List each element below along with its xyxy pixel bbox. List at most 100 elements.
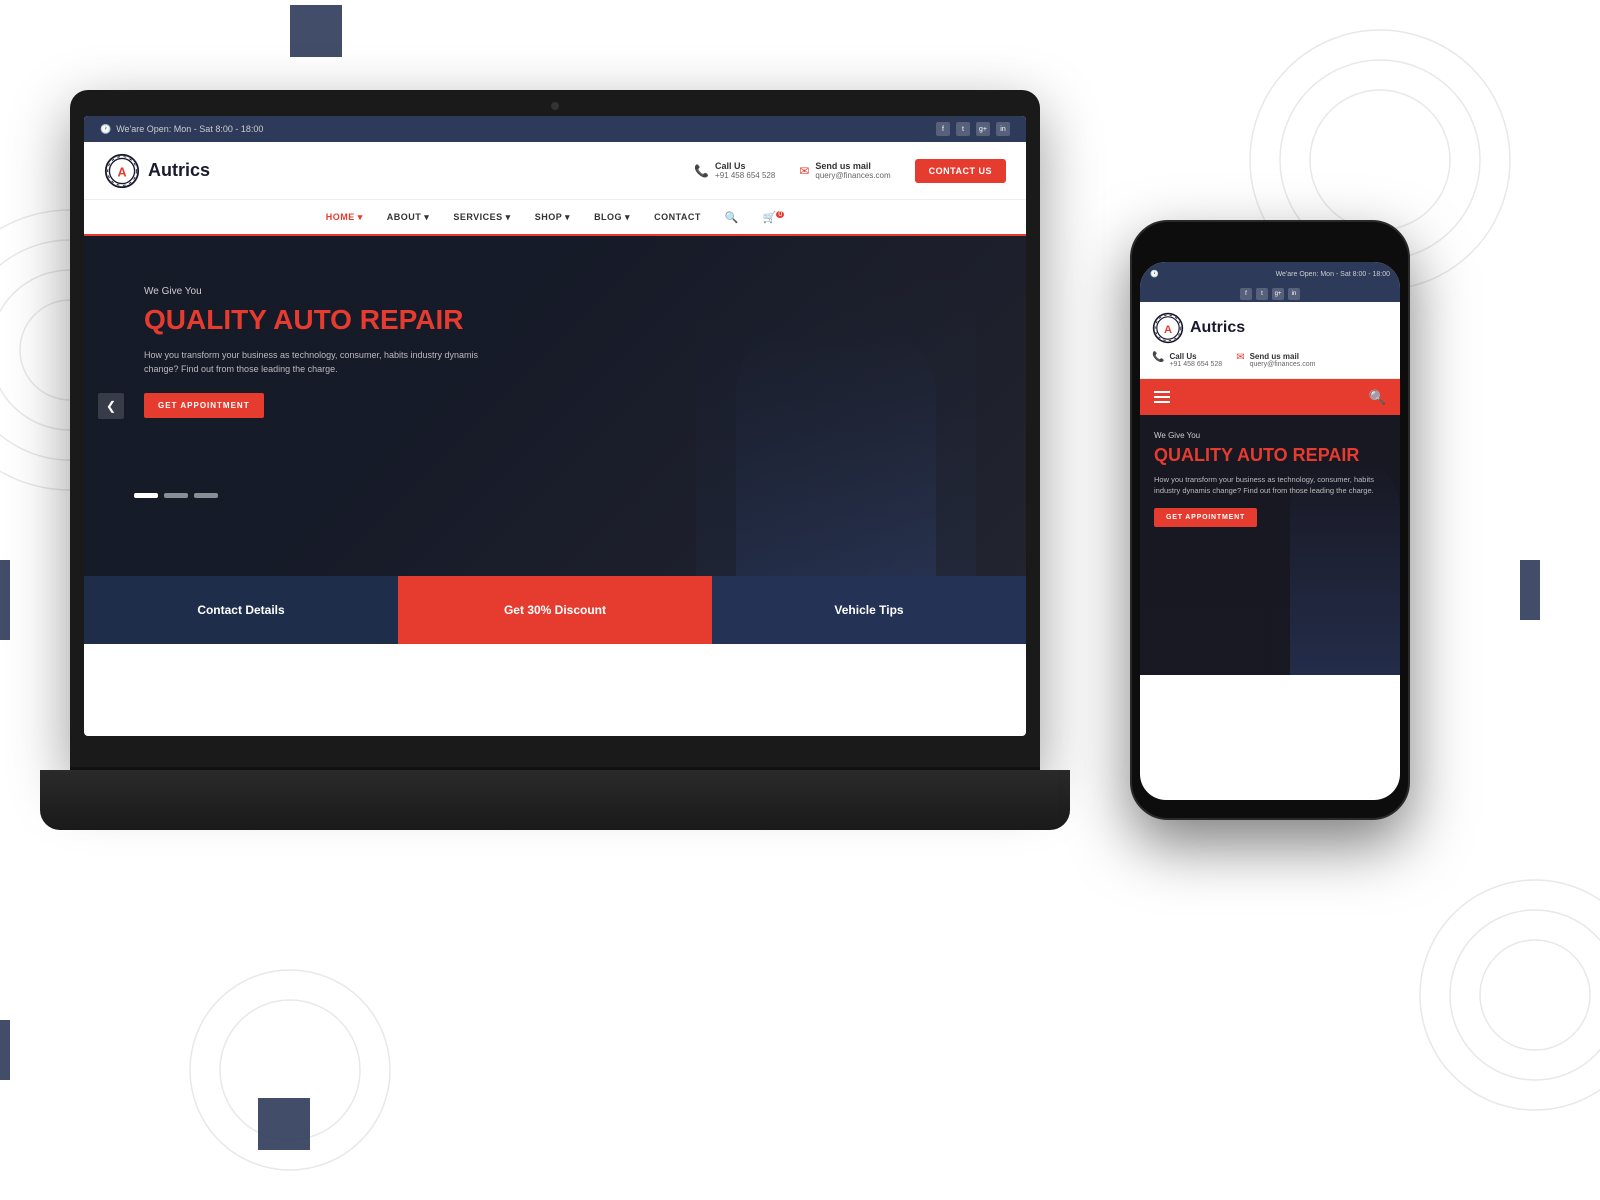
phone-call-number: +91 458 654 528: [1169, 361, 1222, 368]
search-icon[interactable]: 🔍: [725, 211, 739, 224]
phone-googleplus-icon[interactable]: g+: [1272, 288, 1284, 300]
twitter-icon[interactable]: t: [956, 122, 970, 136]
phone-hero-title-plain: QUALITY: [1154, 445, 1233, 465]
slider-dots: [134, 493, 218, 498]
googleplus-icon[interactable]: g+: [976, 122, 990, 136]
phone-search-icon[interactable]: 🔍: [1369, 389, 1386, 406]
deco-rect-top: [290, 5, 342, 57]
nav-item-shop[interactable]: SHOP ▾: [535, 212, 570, 223]
topbar-social-icons: f t g+ in: [936, 122, 1010, 136]
facebook-icon[interactable]: f: [936, 122, 950, 136]
deco-rect-left: [0, 560, 10, 640]
cart-icon[interactable]: 🛒0: [763, 211, 785, 224]
hamburger-line-1: [1154, 391, 1170, 393]
laptop-body: 🕐 We'are Open: Mon - Sat 8:00 - 18:00 f …: [70, 90, 1040, 770]
nav-item-contact[interactable]: CONTACT: [654, 212, 701, 222]
svg-text:A: A: [1164, 324, 1172, 336]
topbar-hours-text: We'are Open: Mon - Sat 8:00 - 18:00: [116, 124, 263, 134]
hero-content: We Give You QUALITY AUTO REPAIR How you …: [144, 286, 484, 418]
phone-icon: 📞: [694, 164, 709, 178]
banner-discount[interactable]: Get 30% Discount: [398, 576, 712, 644]
nav-item-about[interactable]: ABOUT ▾: [387, 212, 430, 223]
phone-notch: [1225, 236, 1315, 256]
phone-hero-subtitle: We Give You: [1154, 431, 1386, 440]
phone-contact-row: 📞 Call Us +91 458 654 528 ✉ Send us mail…: [1152, 352, 1388, 368]
header-mail-text: Send us mail query@finances.com: [815, 161, 890, 180]
phone-hero-section: We Give You QUALITY AUTO REPAIR How you …: [1140, 415, 1400, 675]
phone-social-row: f t g+ in: [1140, 286, 1400, 302]
clock-icon: 🕐: [100, 124, 111, 135]
call-number: +91 458 654 528: [715, 171, 775, 180]
phone-mockup: 🕐 We'are Open: Mon - Sat 8:00 - 18:00 f …: [1130, 220, 1410, 820]
svg-text:A: A: [117, 165, 126, 179]
phone-linkedin-icon[interactable]: in: [1288, 288, 1300, 300]
phone-call-group: 📞 Call Us +91 458 654 528: [1152, 352, 1222, 368]
laptop-mockup: 🕐 We'are Open: Mon - Sat 8:00 - 18:00 f …: [70, 90, 1040, 830]
logo-group: A Autrics: [104, 153, 210, 189]
phone-mail-icon: ✉: [1236, 352, 1244, 363]
phone-header: A Autrics 📞 Call Us +91 458 654 528: [1140, 302, 1400, 379]
hamburger-line-3: [1154, 401, 1170, 403]
phone-get-appointment-button[interactable]: GET APPOINTMENT: [1154, 508, 1257, 527]
phone-hours-text: We'are Open: Mon - Sat 8:00 - 18:00: [1276, 271, 1390, 278]
slider-dot-3[interactable]: [194, 493, 218, 498]
hero-title-plain: QUALITY: [144, 304, 266, 335]
hero-title-colored: AUTO REPAIR: [273, 304, 463, 335]
get-appointment-button[interactable]: GET APPOINTMENT: [144, 393, 264, 418]
contact-us-button[interactable]: CONTACT US: [915, 159, 1006, 183]
nav-item-blog[interactable]: BLOG ▾: [594, 212, 630, 223]
phone-phone-icon: 📞: [1152, 352, 1164, 363]
phone-topbar: 🕐 We'are Open: Mon - Sat 8:00 - 18:00: [1140, 262, 1400, 286]
phone-nav: 🔍: [1140, 379, 1400, 415]
slider-dot-2[interactable]: [164, 493, 188, 498]
bottom-banners: Contact Details Get 30% Discount Vehicle…: [84, 576, 1026, 644]
deco-rect-right: [1520, 560, 1540, 620]
linkedin-icon[interactable]: in: [996, 122, 1010, 136]
mail-address: query@finances.com: [815, 171, 890, 180]
header-call-text: Call Us +91 458 654 528: [715, 161, 775, 180]
deco-rect-left2: [0, 1020, 10, 1080]
phone-screen: 🕐 We'are Open: Mon - Sat 8:00 - 18:00 f …: [1140, 262, 1400, 800]
header-mail-group: ✉ Send us mail query@finances.com: [799, 161, 890, 180]
phone-twitter-icon[interactable]: t: [1256, 288, 1268, 300]
banner-vehicle-tips[interactable]: Vehicle Tips: [712, 576, 1026, 644]
hamburger-line-2: [1154, 396, 1170, 398]
hero-prev-button[interactable]: ❮: [98, 393, 124, 419]
laptop-site-header: A Autrics 📞 Call Us +91 458 654 528: [84, 142, 1026, 200]
phone-mail-text: Send us mail query@finances.com: [1250, 352, 1316, 368]
hamburger-menu-icon[interactable]: [1154, 391, 1170, 403]
laptop-screen: 🕐 We'are Open: Mon - Sat 8:00 - 18:00 f …: [84, 116, 1026, 736]
phone-hero-content: We Give You QUALITY AUTO REPAIR How you …: [1154, 431, 1386, 527]
phone-body: 🕐 We'are Open: Mon - Sat 8:00 - 18:00 f …: [1130, 220, 1410, 820]
topbar-hours-group: 🕐 We'are Open: Mon - Sat 8:00 - 18:00: [100, 124, 263, 135]
phone-hero-title: QUALITY AUTO REPAIR: [1154, 446, 1386, 466]
laptop-site-topbar: 🕐 We'are Open: Mon - Sat 8:00 - 18:00 f …: [84, 116, 1026, 142]
hero-subtitle: We Give You: [144, 286, 484, 297]
phone-hero-title-colored: AUTO REPAIR: [1237, 445, 1359, 465]
header-call-group: 📞 Call Us +91 458 654 528: [694, 161, 775, 180]
phone-facebook-icon[interactable]: f: [1240, 288, 1252, 300]
header-right-group: 📞 Call Us +91 458 654 528 ✉ Send us mail…: [694, 159, 1006, 183]
phone-call-text: Call Us +91 458 654 528: [1169, 352, 1222, 368]
phone-mail-group: ✉ Send us mail query@finances.com: [1236, 352, 1315, 368]
banner-contact-details[interactable]: Contact Details: [84, 576, 398, 644]
mail-label: Send us mail: [815, 161, 890, 171]
laptop-site-nav: HOME ▾ ABOUT ▾ SERVICES ▾ SHOP ▾ BLOG ▾ …: [84, 200, 1026, 236]
laptop-camera: [551, 102, 559, 110]
logo-text: Autrics: [148, 160, 210, 181]
phone-mail-address: query@finances.com: [1250, 361, 1316, 368]
deco-circle-bottom-right: [1410, 870, 1600, 1120]
phone-hero-description: How you transform your business as techn…: [1154, 474, 1386, 497]
phone-call-label: Call Us: [1169, 352, 1222, 361]
nav-item-home[interactable]: HOME ▾: [326, 212, 363, 223]
hero-description: How you transform your business as techn…: [144, 348, 484, 377]
phone-logo-group: A Autrics: [1152, 312, 1388, 344]
phone-logo-text: Autrics: [1190, 319, 1245, 337]
hero-title: QUALITY AUTO REPAIR: [144, 305, 484, 336]
phone-logo-icon: A: [1152, 312, 1184, 344]
call-label: Call Us: [715, 161, 775, 171]
laptop-base: [40, 770, 1070, 830]
nav-item-services[interactable]: SERVICES ▾: [453, 212, 510, 223]
slider-dot-1[interactable]: [134, 493, 158, 498]
laptop-hero-section: ❮ We Give You QUALITY AUTO REPAIR How yo…: [84, 236, 1026, 576]
